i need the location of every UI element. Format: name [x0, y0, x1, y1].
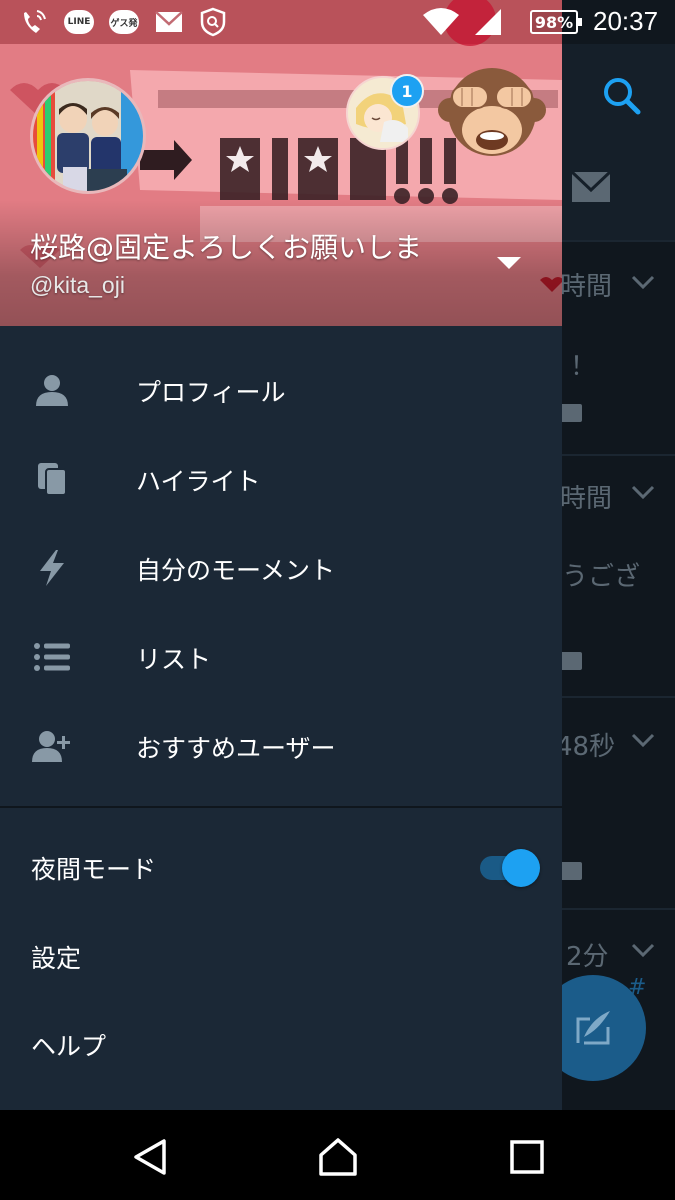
menu-label: 自分のモーメント [136, 555, 336, 585]
back-button[interactable] [128, 1135, 172, 1179]
chevron-down-icon[interactable] [630, 274, 656, 290]
menu-item-highlights[interactable]: ハイライト [0, 435, 562, 524]
list-icon [32, 637, 72, 677]
see-no-evil-monkey-icon [438, 68, 546, 156]
drawer-divider [0, 806, 562, 808]
profile-header[interactable]: 1 桜路@固定よろしくお願いしま @kita_oji [0, 0, 562, 326]
recents-icon [510, 1140, 544, 1174]
night-mode-toggle[interactable] [480, 848, 542, 888]
night-mode-row[interactable]: 夜間モード [0, 824, 562, 912]
line-app-badge: LINE [64, 10, 94, 34]
recents-button[interactable] [505, 1135, 549, 1179]
timeline-divider [562, 908, 675, 910]
timeline-divider [562, 696, 675, 698]
compose-quill-icon [576, 1011, 610, 1045]
menu-item-lists[interactable]: リスト [0, 613, 562, 702]
tweet-timestamp: 2分 [566, 942, 609, 972]
settings-label: 設定 [31, 944, 82, 973]
line-app-icon: LINE [63, 6, 95, 38]
help-row[interactable]: ヘルプ [0, 1001, 562, 1089]
search-icon[interactable] [600, 74, 644, 118]
settings-row[interactable]: 設定 [0, 913, 562, 1001]
menu-item-suggested-users[interactable]: おすすめユーザー [0, 702, 562, 791]
status-bar: LINE ゲス発 98% 20:37 [0, 0, 675, 44]
tweet-timestamp: 時間 [560, 272, 613, 302]
home-icon [319, 1138, 357, 1176]
menu-label: リスト [136, 644, 212, 674]
messages-tab-icon[interactable] [570, 168, 614, 208]
menu-item-moments[interactable]: 自分のモーメント [0, 524, 562, 613]
navigation-drawer: 1 桜路@固定よろしくお願いしま @kita_oji プロフィール ハイライト … [0, 0, 562, 1110]
profile-display-name: 桜路@固定よろしくお願いしま [30, 231, 423, 264]
home-button[interactable] [316, 1135, 360, 1179]
highlights-icon [32, 459, 72, 499]
menu-item-profile[interactable]: プロフィール [0, 346, 562, 435]
battery-icon: 98% [530, 10, 582, 34]
twitter-app-screen: 時間 ！ 時間 うござ 48秒 2分 # 1 桜路@固定よろしくお願いしま @k… [0, 0, 675, 1200]
chat-app-icon: ゲス発 [108, 6, 140, 38]
hashtag-fragment: # [628, 975, 647, 1000]
tweet-text-fragment: ！ [570, 352, 597, 382]
timeline-divider [562, 240, 675, 242]
wifi-icon [420, 6, 462, 38]
notification-badge: 1 [390, 74, 424, 108]
shield-search-icon [198, 6, 228, 38]
toggle-thumb [502, 849, 540, 887]
system-navigation-bar [0, 1110, 675, 1200]
tweet-timestamp: 時間 [560, 484, 613, 514]
lightning-icon [32, 548, 72, 588]
chevron-down-icon[interactable] [630, 942, 656, 958]
menu-label: ハイライト [136, 466, 261, 496]
tweet-timestamp: 48秒 [556, 732, 616, 762]
menu-label: プロフィール [136, 377, 286, 407]
add-user-icon [32, 726, 72, 766]
profile-avatar[interactable] [30, 78, 146, 194]
person-icon [32, 370, 72, 410]
tweet-text-fragment: うござ [562, 562, 641, 592]
account-switcher-caret-icon[interactable] [496, 256, 522, 270]
menu-label: おすすめユーザー [136, 733, 336, 763]
cell-signal-icon [472, 6, 504, 38]
chevron-down-icon[interactable] [630, 484, 656, 500]
chat-app-badge: ゲス発 [109, 10, 139, 34]
timeline-divider [562, 454, 675, 456]
mail-notification-icon [154, 6, 184, 38]
volte-icon [20, 6, 50, 38]
help-label: ヘルプ [31, 1032, 107, 1061]
back-icon [134, 1139, 166, 1175]
night-mode-label: 夜間モード [31, 855, 157, 884]
clock: 20:37 [593, 6, 659, 36]
chevron-down-icon[interactable] [630, 732, 656, 748]
profile-username: @kita_oji [30, 272, 125, 298]
